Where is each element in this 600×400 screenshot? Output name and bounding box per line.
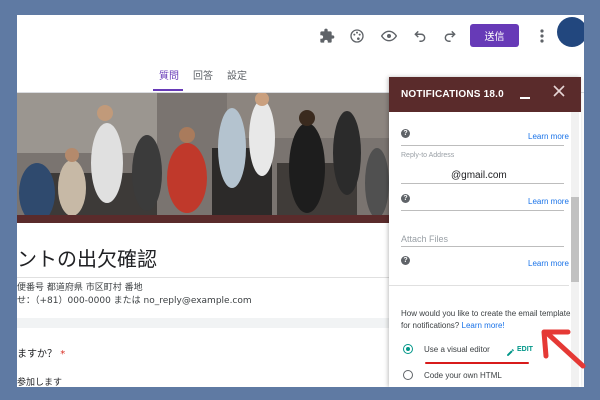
divider — [389, 285, 569, 286]
more-vert-icon[interactable] — [537, 26, 547, 46]
tab-responses[interactable]: 回答 — [193, 67, 213, 82]
panel-header: NOTIFICATIONS 18.0 — [389, 77, 581, 112]
tab-questions[interactable]: 質問 — [159, 67, 179, 82]
form-tabs: 質問 回答 設定 — [17, 65, 387, 93]
palette-icon[interactable] — [347, 26, 367, 46]
learn-more-link[interactable]: Learn more — [528, 132, 569, 141]
learn-more-link[interactable]: Learn more — [528, 259, 569, 268]
redo-icon[interactable] — [440, 26, 460, 46]
attach-files-input[interactable]: Attach Files — [401, 234, 448, 244]
toolbar: 送信 — [17, 15, 584, 59]
reply-to-input[interactable]: @gmail.com — [401, 166, 507, 181]
custom-html-label[interactable]: Code your own HTML — [424, 371, 502, 380]
learn-more-link[interactable]: Learn more — [528, 197, 569, 206]
active-tab-indicator — [153, 89, 183, 91]
eye-icon[interactable] — [379, 26, 399, 46]
divider — [401, 246, 564, 247]
close-icon[interactable] — [553, 85, 567, 101]
tab-settings[interactable]: 設定 — [227, 67, 247, 82]
help-icon[interactable]: ? — [401, 194, 410, 203]
header-accent-band — [17, 215, 389, 223]
divider — [401, 183, 564, 184]
annotation-arrow-icon — [541, 329, 586, 369]
answer-option[interactable]: 参加します — [17, 375, 62, 387]
redacted-text — [401, 166, 451, 178]
form-description-contact[interactable]: せ：（+81）000-0000 または no_reply@example.com — [17, 293, 252, 306]
required-mark: * — [60, 349, 66, 360]
app-window: 送信 質問 回答 設定 ントの出欠確認 便番号 都道府県 市区町村 番地 せ：（… — [17, 15, 584, 387]
scrollbar-thumb[interactable] — [571, 197, 579, 282]
minimize-icon[interactable] — [520, 87, 532, 101]
undo-icon[interactable] — [410, 26, 430, 46]
divider — [401, 145, 564, 146]
pencil-icon[interactable] — [506, 344, 515, 356]
reply-to-value: @gmail.com — [451, 170, 507, 181]
annotation-underline — [425, 362, 529, 364]
form-title[interactable]: ントの出欠確認 — [17, 243, 157, 272]
avatar[interactable] — [557, 17, 584, 47]
puzzle-icon[interactable] — [317, 26, 337, 46]
learn-more-link[interactable]: Learn more! — [462, 321, 505, 330]
reply-to-label: Reply-to Address — [401, 152, 455, 159]
visual-editor-label[interactable]: Use a visual editor — [424, 345, 490, 354]
send-button[interactable]: 送信 — [470, 24, 519, 47]
section-gap — [17, 318, 389, 328]
form-header-image — [17, 93, 389, 223]
custom-html-radio[interactable] — [403, 370, 413, 380]
help-icon[interactable]: ? — [401, 129, 410, 138]
help-icon[interactable]: ? — [401, 256, 410, 265]
panel-title: NOTIFICATIONS 18.0 — [401, 89, 504, 100]
divider — [17, 277, 389, 278]
divider — [401, 210, 564, 211]
question-title[interactable]: ますか？ * — [17, 345, 65, 360]
question-text: ますか？ — [17, 349, 57, 360]
form-description-address[interactable]: 便番号 都道府県 市区町村 番地 — [17, 280, 143, 293]
visual-editor-radio[interactable] — [403, 344, 413, 354]
